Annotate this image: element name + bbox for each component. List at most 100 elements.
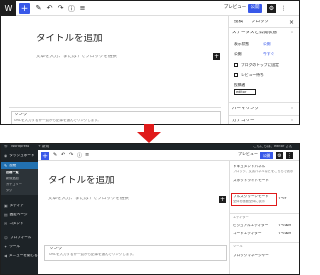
chevron-down-icon[interactable]: ˅ [291,119,293,124]
add-block-button[interactable]: + [19,3,30,14]
option-spotlight[interactable]: スポットライトモード [233,179,269,183]
submenu-add-new[interactable]: 新規追加 [6,177,19,180]
chevron-down-icon[interactable]: ˅ [291,107,293,112]
pending-review-checkbox[interactable] [234,73,238,77]
posts-icon: ✎ [4,164,8,168]
list-view-icon[interactable]: ≡ [78,4,87,13]
visibility-value[interactable]: 公開 [263,42,271,46]
arrow-head-icon [137,132,161,143]
menu-pages[interactable]: ▤ 固定ページ [4,213,28,217]
sticky-checkbox[interactable] [234,63,238,67]
divider [229,102,299,103]
menu-label: コメント [9,222,24,226]
menu-label: 投稿 [9,164,17,168]
tab-block[interactable]: ブロック [251,20,269,25]
menu-label: メディア [9,204,24,208]
sticky-label: ブログのトップに固定 [241,63,279,67]
site-name-link[interactable]: Wordpress [11,145,29,149]
wordpress-logo-icon[interactable]: W [1,1,16,16]
edit-tool-icon[interactable]: ✎ [34,4,43,13]
menu-posts[interactable]: ✎ 投稿 [4,164,16,168]
tools-icon: ✦ [4,245,8,249]
new-content-link[interactable]: + 新規 [38,145,49,149]
menu-label: ダッシュボード [9,154,35,158]
link-card-title: リンク [14,113,28,117]
menu-label: 固定ページ [9,213,28,217]
details-icon[interactable]: ⓘ [67,4,76,13]
link-card-desc: URLを入力するか一覧から記事を選んでリンクします。 [49,253,136,256]
list-view-icon[interactable]: ≡ [85,152,89,158]
divider [230,242,299,243]
option-fullscreen[interactable]: フルスクリーンモード [233,195,269,199]
edit-tool-icon[interactable]: ✎ [53,152,57,158]
editor-section-heading: エディター [233,216,249,219]
media-icon: ▣ [4,204,8,208]
inline-add-block-icon[interactable]: + [219,196,226,203]
option-code-editor[interactable]: コードエディター [233,232,262,236]
details-icon[interactable]: ⓘ [77,152,82,159]
submenu-categories[interactable]: カテゴリー [6,183,22,186]
post-title-placeholder[interactable]: タイトルを追加 [36,34,103,44]
divider [9,107,221,108]
fullscreen-shortcut: ⇧⌥F [278,197,287,200]
undo-icon[interactable]: ↶ [45,4,54,13]
menu-comments[interactable]: ✉ コメント [4,222,24,226]
option-document-panel[interactable]: ドキュメントパネル [233,165,265,169]
menu-label: メニューを閉じる [8,254,38,258]
editor-panel-before: W + ✎ ↶ ↷ ⓘ ≡ プレビュー 公開 ⚙ ⋮ タイトルを追加 文章を入力… [0,0,300,125]
submenu-tags[interactable]: タグ [6,189,12,192]
permalink-heading[interactable]: パーマリンク [232,107,259,112]
redo-icon[interactable]: ↷ [56,4,65,13]
editor-panel-after: Ⓦ Wordpress + 新規 こんにちは、editor さん ◉ ダッシュボー… [0,143,300,275]
divider [229,27,299,28]
status-heading[interactable]: ステータスと公開状態 [232,31,277,36]
divider [230,213,299,214]
publish-button[interactable]: 公開 [248,4,262,13]
author-label: 投稿者 [234,83,246,87]
dashboard-icon: ◉ [4,154,8,158]
menu-tools[interactable]: ✦ ツール [4,245,20,249]
code-editor-shortcut: ⇧⌥⌘M [278,232,292,235]
wordpress-logo-icon[interactable]: Ⓦ [4,145,8,149]
option-block-manager[interactable]: ブロックマネージャー [233,254,269,258]
comments-icon: ✉ [4,222,8,226]
redo-icon[interactable]: ↷ [69,152,73,158]
close-icon[interactable]: × [289,19,294,26]
link-card [11,111,221,124]
more-options-icon[interactable]: ⋮ [286,152,293,159]
category-heading[interactable]: カテゴリー [232,119,255,124]
option-visual-editor[interactable]: ビジュアルエディター [233,224,268,228]
tools-section-heading: ツール [233,245,243,248]
submenu-all-posts[interactable]: 投稿一覧 [6,171,19,174]
arrow-down-icon [144,124,154,132]
post-title-placeholder[interactable]: タイトルを追加 [48,176,115,186]
menu-media[interactable]: ▣ メディア [4,204,24,208]
profile-icon: ☺ [4,236,8,240]
block-placeholder[interactable]: 文章を入力、または / でブロックを選択 [48,197,129,202]
publish-label: 公開 [234,52,242,56]
author-select[interactable]: editor [234,89,256,95]
pending-review-label: レビュー待ち [241,73,264,77]
option-fullscreen-desc: 全体を画面全体に表示 [233,200,265,203]
chevron-up-icon[interactable]: ˄ [291,31,293,36]
undo-icon[interactable]: ↶ [61,152,65,158]
preview-button[interactable]: プレビュー [238,152,258,156]
divider [229,115,299,116]
add-block-button[interactable]: + [41,152,49,160]
menu-label: ツール [9,245,20,249]
link-card-title: リンク [49,247,63,251]
more-options-icon[interactable]: ⋮ [279,4,288,13]
collapse-icon: ◀ [4,254,7,258]
greeting-link[interactable]: こんにちは、editor さん [253,145,292,149]
preview-button[interactable]: プレビュー [224,4,246,13]
settings-icon[interactable]: ⚙ [267,4,276,13]
menu-dashboard[interactable]: ◉ ダッシュボード [4,154,34,158]
settings-icon[interactable]: ⚙ [276,152,283,159]
publish-value[interactable]: 今すぐ [263,52,274,56]
menu-profile[interactable]: ☺ プロフィール [4,236,31,240]
inline-add-block-icon[interactable]: + [213,53,220,60]
publish-button[interactable]: 公開 [260,152,273,159]
visibility-label: 表示状態 [234,42,250,46]
menu-collapse[interactable]: ◀ メニューを閉じる [4,254,38,258]
block-placeholder[interactable]: 文章を入力、または / でブロックを選択 [36,55,117,60]
